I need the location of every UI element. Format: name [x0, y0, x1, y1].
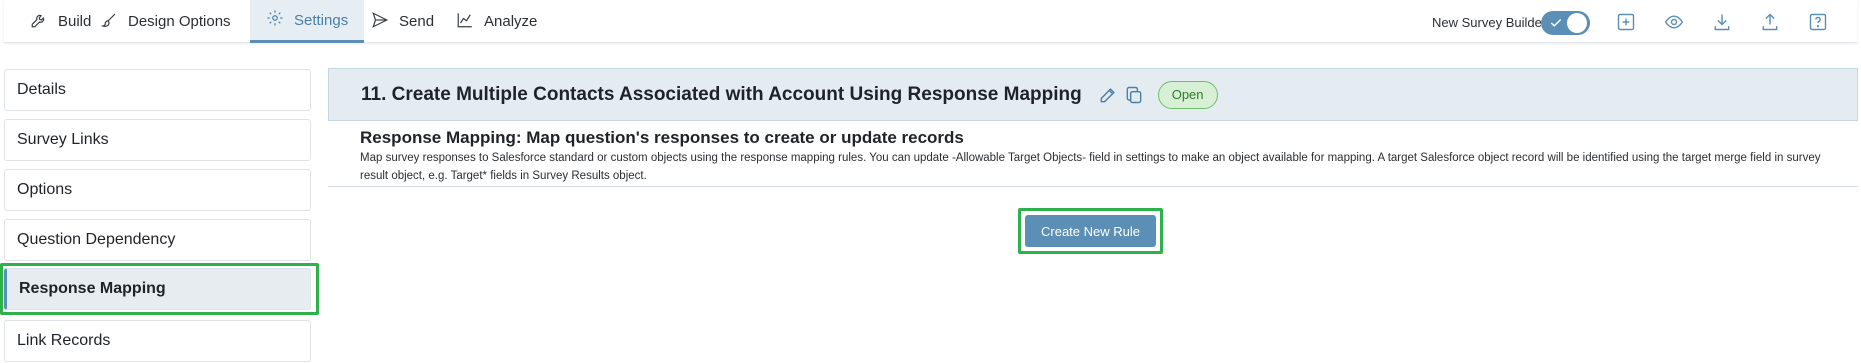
plus-square-icon[interactable] — [1616, 12, 1636, 32]
question-title: 11. Create Multiple Contacts Associated … — [361, 83, 1082, 105]
sidebar-item-label: Options — [17, 181, 73, 198]
tab-design-options-label: Design Options — [128, 13, 231, 30]
sidebar-item-survey-links[interactable]: Survey Links — [4, 119, 311, 161]
sidebar-item-details[interactable]: Details — [4, 69, 311, 111]
download-icon[interactable] — [1712, 12, 1732, 32]
sidebar-item-link-records[interactable]: Link Records — [4, 320, 311, 362]
tab-build-label: Build — [58, 13, 92, 30]
tab-analyze[interactable]: Analyze — [456, 0, 537, 43]
sidebar-item-question-dependency[interactable]: Question Dependency — [4, 219, 311, 261]
copy-icon[interactable] — [1124, 85, 1144, 105]
toggle-knob — [1567, 13, 1587, 33]
upload-icon[interactable] — [1760, 12, 1780, 32]
sidebar-item-label: Details — [17, 81, 66, 98]
edit-icon[interactable] — [1098, 85, 1118, 105]
tab-design-options[interactable]: Design Options — [100, 0, 231, 43]
section-title: Response Mapping: Map question's respons… — [360, 128, 964, 147]
question-header: 11. Create Multiple Contacts Associated … — [328, 68, 1858, 121]
tab-settings[interactable]: Settings — [250, 0, 365, 43]
help-icon[interactable] — [1808, 12, 1828, 32]
tab-build[interactable]: Build — [30, 0, 91, 43]
line-chart-icon — [456, 11, 484, 33]
gear-icon — [266, 9, 294, 31]
section-description: Map survey responses to Salesforce stand… — [360, 152, 1821, 182]
sidebar-item-label: Question Dependency — [17, 231, 176, 248]
send-icon — [371, 11, 399, 33]
tab-settings-label: Settings — [294, 11, 349, 29]
top-nav-bar: Build Design Options Settings Send Analy… — [4, 0, 1857, 43]
wrench-icon — [30, 11, 58, 33]
eye-icon[interactable] — [1664, 12, 1684, 32]
tab-send[interactable]: Send — [371, 0, 434, 43]
sidebar-item-options[interactable]: Options — [4, 169, 311, 211]
brush-icon — [100, 11, 128, 33]
status-badge: Open — [1157, 80, 1218, 109]
tab-send-label: Send — [399, 13, 435, 30]
divider — [328, 186, 1858, 187]
button-highlight: Create New Rule — [1018, 208, 1163, 254]
sidebar-item-label: Survey Links — [17, 131, 109, 148]
tab-analyze-label: Analyze — [484, 13, 538, 30]
create-new-rule-button[interactable]: Create New Rule — [1025, 215, 1156, 247]
new-survey-builder-toggle[interactable] — [1541, 11, 1590, 35]
check-icon — [1549, 16, 1563, 30]
sidebar-item-response-mapping[interactable]: Response Mapping — [4, 268, 311, 310]
sidebar-item-label: Link Records — [17, 332, 111, 349]
sidebar-item-label: Response Mapping — [19, 280, 166, 297]
new-survey-builder-label: New Survey Builder — [1432, 15, 1547, 30]
